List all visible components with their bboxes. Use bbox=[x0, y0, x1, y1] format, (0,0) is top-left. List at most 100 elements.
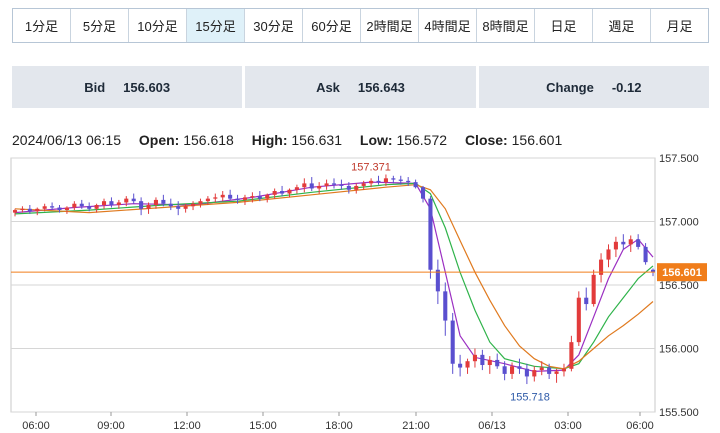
candle-body bbox=[554, 371, 559, 374]
candle-body bbox=[435, 269, 440, 292]
low-value: 156.572 bbox=[396, 132, 448, 148]
candle-body bbox=[250, 196, 255, 198]
candle-body bbox=[235, 198, 240, 200]
candle-body bbox=[57, 207, 62, 211]
x-tick-label: 06/13 bbox=[478, 420, 506, 432]
candle-body bbox=[287, 189, 292, 194]
candle-body bbox=[191, 203, 196, 207]
bid-value: 156.603 bbox=[123, 79, 171, 95]
tab-timeframe[interactable]: 15分足 bbox=[187, 9, 245, 42]
candle-body bbox=[324, 183, 329, 186]
tab-timeframe[interactable]: 週足 bbox=[593, 9, 651, 42]
candle-body bbox=[420, 187, 426, 199]
open-value: 156.618 bbox=[183, 132, 234, 148]
tab-timeframe[interactable]: 10分足 bbox=[129, 9, 187, 42]
candle-body bbox=[502, 366, 507, 374]
candle-body bbox=[361, 183, 366, 186]
price-chart[interactable]: 157.500 157.000 156.500 156.000 155.500 06:00… bbox=[0, 152, 720, 433]
ask-label: Ask bbox=[316, 79, 340, 95]
candle-body bbox=[398, 179, 403, 181]
tab-timeframe[interactable]: 4時間足 bbox=[419, 9, 477, 42]
candle-body bbox=[168, 203, 173, 207]
candle-body bbox=[458, 363, 463, 368]
candle-body bbox=[495, 359, 500, 367]
candle-body bbox=[643, 246, 648, 263]
close-value: 156.601 bbox=[511, 132, 563, 148]
candle-body bbox=[101, 201, 107, 205]
ask-value: 156.643 bbox=[357, 79, 405, 95]
candle-body bbox=[369, 180, 374, 184]
x-tick-label: 12:00 bbox=[173, 420, 201, 432]
candle-body bbox=[272, 191, 277, 195]
candle-body bbox=[428, 198, 433, 270]
change-value: -0.12 bbox=[611, 79, 642, 95]
candle-body bbox=[613, 241, 618, 250]
y-tick-label: 155.500 bbox=[659, 407, 699, 419]
candle-body bbox=[205, 198, 210, 202]
high-marker-label: 157.371 bbox=[351, 161, 391, 173]
candle-body bbox=[331, 183, 337, 185]
candle-body bbox=[139, 201, 144, 209]
candle-body bbox=[465, 361, 470, 368]
candle-body bbox=[391, 178, 396, 180]
candle-body bbox=[153, 199, 158, 205]
candle-body bbox=[20, 208, 25, 211]
candle-body bbox=[636, 239, 641, 247]
x-tick-label: 03:00 bbox=[554, 420, 582, 432]
bid-box: Bid 156.603 bbox=[12, 66, 243, 108]
candle-body bbox=[317, 185, 322, 189]
candle-body bbox=[280, 191, 285, 194]
candle-body bbox=[354, 185, 359, 190]
candle-body bbox=[72, 203, 77, 208]
candle-body bbox=[376, 180, 381, 183]
tab-timeframe[interactable]: 60分足 bbox=[303, 9, 361, 42]
low-marker-label: 155.718 bbox=[510, 391, 550, 403]
x-tick-label: 15:00 bbox=[249, 420, 277, 432]
candle-body bbox=[524, 368, 529, 377]
candle-body bbox=[94, 204, 99, 209]
candle-body bbox=[517, 366, 522, 369]
low-label: Low: bbox=[359, 132, 393, 148]
candle-body bbox=[64, 207, 69, 211]
candle-body bbox=[146, 204, 151, 209]
candle-body bbox=[569, 342, 574, 369]
change-box: Change -0.12 bbox=[478, 66, 709, 108]
timeframe-tabs: 1分足 5分足 10分足 15分足 30分足 60分足 2時間足 4時間足 8時間足 日足 週足 月足 bbox=[12, 8, 709, 43]
candle-body bbox=[183, 206, 188, 209]
candle-body bbox=[413, 182, 418, 188]
open-label: Open: bbox=[138, 132, 180, 148]
candle-body bbox=[472, 354, 477, 362]
x-tick-label: 21:00 bbox=[402, 420, 430, 432]
x-tick-label: 09:00 bbox=[97, 420, 125, 432]
candle-body bbox=[27, 208, 32, 212]
candle-body bbox=[510, 366, 515, 374]
tab-timeframe[interactable]: 5分足 bbox=[71, 9, 129, 42]
tab-timeframe[interactable]: 8時間足 bbox=[477, 9, 535, 42]
candle-body bbox=[628, 239, 633, 245]
candle-body bbox=[309, 183, 314, 189]
tab-timeframe[interactable]: 1分足 bbox=[13, 9, 71, 42]
candle-body bbox=[79, 203, 84, 207]
candle-body bbox=[294, 187, 299, 190]
candle-body bbox=[198, 201, 203, 204]
current-price-label: 156.601 bbox=[662, 267, 702, 279]
candle-body bbox=[228, 194, 233, 199]
candle-datetime: 2024/06/13 06:15 bbox=[12, 132, 121, 148]
candle-body bbox=[532, 370, 537, 377]
candle-body bbox=[50, 206, 55, 208]
candle-body bbox=[480, 354, 485, 366]
y-tick-label: 157.500 bbox=[659, 153, 699, 165]
candle-body bbox=[131, 198, 136, 202]
tab-timeframe[interactable]: 月足 bbox=[651, 9, 708, 42]
candle-body bbox=[87, 206, 92, 209]
candle-body bbox=[116, 202, 121, 205]
candle-body bbox=[383, 178, 388, 183]
tab-timeframe[interactable]: 30分足 bbox=[245, 9, 303, 42]
tab-timeframe[interactable]: 2時間足 bbox=[361, 9, 419, 42]
candle-body bbox=[406, 180, 411, 183]
ask-box: Ask 156.643 bbox=[245, 66, 476, 108]
x-tick-label: 06:00 bbox=[626, 420, 654, 432]
tab-timeframe[interactable]: 日足 bbox=[535, 9, 593, 42]
candle-body bbox=[539, 367, 544, 371]
candle-body bbox=[35, 208, 40, 212]
